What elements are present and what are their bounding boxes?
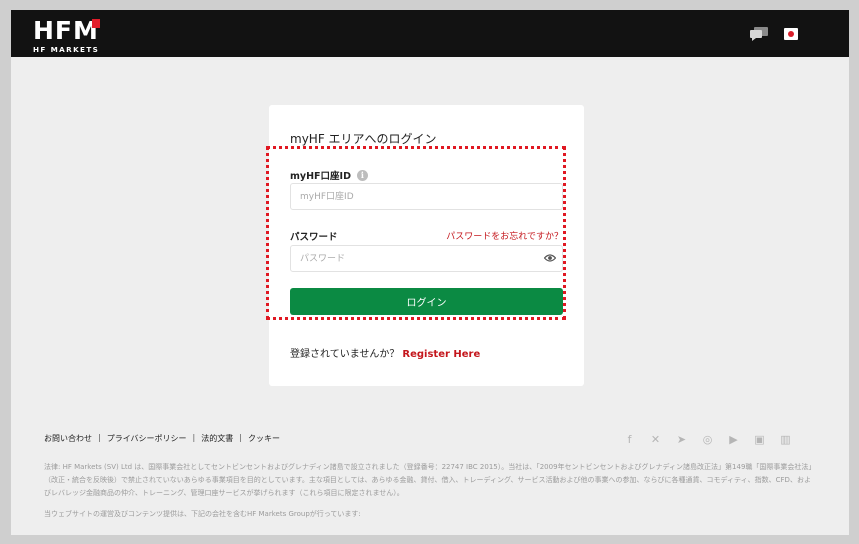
footer-links: お問い合わせ | プライバシーポリシー | 法的文書 | クッキー bbox=[44, 433, 280, 444]
telegram-icon[interactable]: ➤ bbox=[675, 433, 688, 446]
login-title: myHF エリアへのログイン bbox=[290, 132, 437, 146]
footer-link-legal[interactable]: 法的文書 bbox=[201, 433, 233, 444]
register-link[interactable]: Register Here bbox=[402, 349, 480, 360]
register-prompt-text: 登録されていませんか？ bbox=[290, 349, 400, 360]
logo-subtitle: HF MARKETS bbox=[33, 45, 100, 54]
social-icons: f ✕ ➤ ◎ ▶ ▣ ▥ bbox=[623, 433, 792, 446]
footer-link-cookies[interactable]: クッキー bbox=[248, 433, 280, 444]
footer-separator: | bbox=[98, 433, 101, 442]
footer-link-contact[interactable]: お問い合わせ bbox=[44, 433, 92, 444]
linkedin-icon[interactable]: ▣ bbox=[753, 433, 766, 446]
logo-mark: HF M bbox=[33, 16, 100, 45]
x-icon[interactable]: ✕ bbox=[649, 433, 662, 446]
register-prompt: 登録されていませんか？ Register Here bbox=[290, 345, 480, 360]
chat-icon[interactable] bbox=[750, 27, 768, 41]
provider-text: 当ウェブサイトの運営及びコンテンツ提供は、下記の会社を含むHF Markets … bbox=[44, 510, 361, 518]
youtube-icon[interactable]: ▶ bbox=[727, 433, 740, 446]
facebook-icon[interactable]: f bbox=[623, 433, 636, 446]
hfm-logo[interactable]: HF M HF MARKETS bbox=[33, 16, 100, 54]
highlight-box bbox=[266, 146, 566, 320]
footer-separator: | bbox=[192, 433, 196, 442]
japan-flag-icon[interactable] bbox=[784, 28, 798, 40]
footer-link-privacy[interactable]: プライバシーポリシー bbox=[107, 433, 187, 444]
top-header: HF M HF MARKETS bbox=[11, 10, 849, 57]
footer-separator: | bbox=[239, 433, 242, 442]
legal-text: 法律: HF Markets (SV) Ltd は、国際事業会社としてセントビン… bbox=[44, 463, 812, 497]
chart-icon[interactable]: ▥ bbox=[779, 433, 792, 446]
instagram-icon[interactable]: ◎ bbox=[701, 433, 714, 446]
